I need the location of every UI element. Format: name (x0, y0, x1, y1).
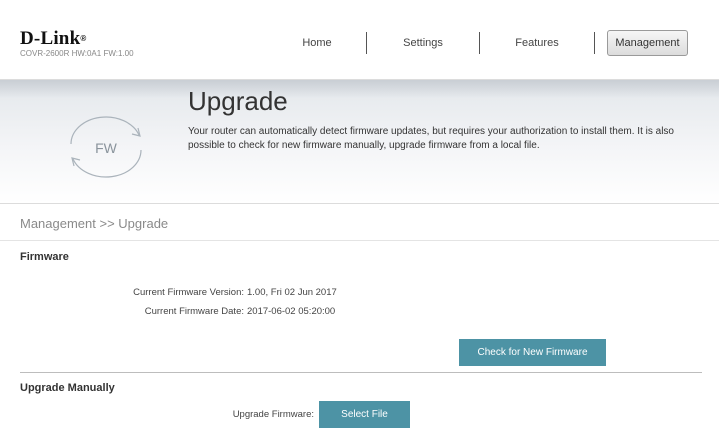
section-divider (20, 372, 702, 373)
main-nav: Home Settings Features Management (268, 29, 688, 57)
select-file-button[interactable]: Select File (319, 401, 410, 428)
upgrade-manually-section-title: Upgrade Manually (20, 382, 115, 394)
page-description: Your router can automatically detect fir… (188, 126, 674, 151)
fw-icon-label: FW (95, 140, 118, 156)
breadcrumb-divider (0, 240, 719, 241)
model-info: COVR-2600R HW:0A1 FW:1.00 (20, 49, 134, 58)
logo-registered-mark: ® (80, 34, 87, 43)
firmware-date-label: Current Firmware Date: (144, 306, 244, 317)
upgrade-firmware-label: Upgrade Firmware: (232, 409, 314, 420)
firmware-section-title: Firmware (20, 251, 69, 263)
check-new-firmware-button[interactable]: Check for New Firmware (459, 339, 606, 366)
banner-shade (0, 80, 719, 98)
firmware-version-label: Current Firmware Version: (133, 287, 244, 298)
logo-text: D-Link (20, 28, 81, 49)
nav-home[interactable]: Home (268, 37, 366, 49)
nav-management-active[interactable]: Management (607, 30, 688, 56)
firmware-version-value: 1.00, Fri 02 Jun 2017 (247, 287, 337, 298)
firmware-refresh-icon: FW (70, 116, 142, 178)
breadcrumb: Management >> Upgrade (20, 216, 169, 231)
top-header: D-Link® COVR-2600R HW:0A1 FW:1.00 Home S… (0, 0, 719, 80)
nav-settings[interactable]: Settings (367, 37, 479, 49)
nav-features[interactable]: Features (480, 37, 594, 49)
brand: D-Link® COVR-2600R HW:0A1 FW:1.00 (20, 28, 134, 58)
firmware-date-value: 2017-06-02 05:20:00 (247, 306, 336, 317)
dlink-logo: D-Link® (20, 28, 134, 49)
page-title: Upgrade (188, 86, 288, 116)
nav-separator (594, 32, 595, 54)
